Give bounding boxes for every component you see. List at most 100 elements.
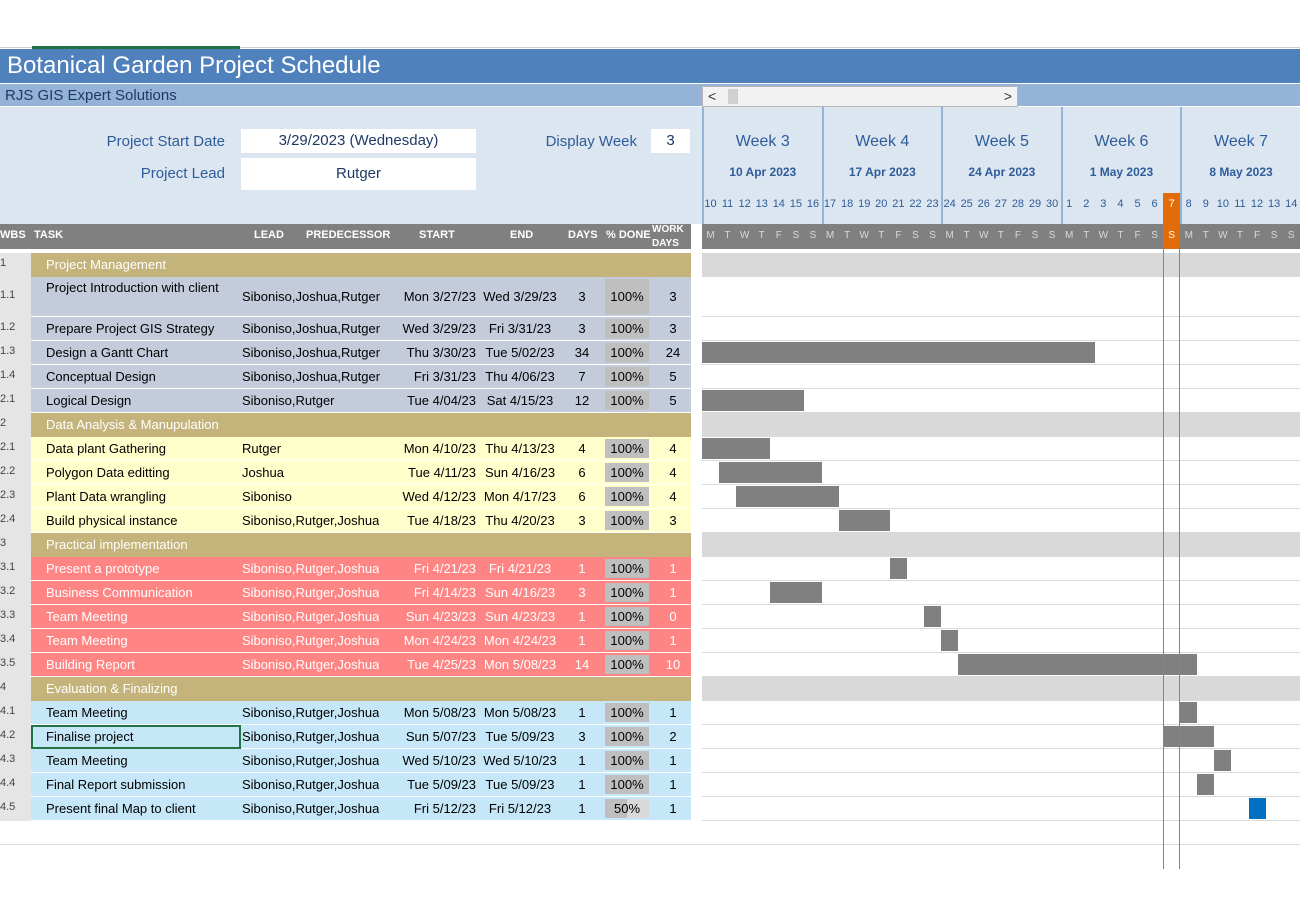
task-lead[interactable]: Siboniso,Rutger,Joshua bbox=[242, 609, 379, 624]
task-lead[interactable]: Siboniso,Rutger bbox=[242, 393, 335, 408]
task-end[interactable]: Fri 3/31/23 bbox=[480, 321, 560, 336]
task-done[interactable]: 100% bbox=[605, 345, 649, 360]
col-header-days[interactable]: DAYS bbox=[568, 229, 598, 241]
task-workdays[interactable]: 4 bbox=[650, 489, 696, 504]
task-name[interactable]: Building Report bbox=[46, 657, 236, 672]
gantt-bar[interactable] bbox=[838, 510, 890, 531]
task-start[interactable]: Wed 3/29/23 bbox=[390, 321, 476, 336]
task-lead[interactable]: Siboniso,Joshua,Rutger bbox=[242, 321, 380, 336]
task-days[interactable]: 6 bbox=[566, 489, 598, 504]
task-end[interactable]: Mon 5/08/23 bbox=[480, 657, 560, 672]
task-done[interactable]: 100% bbox=[605, 777, 649, 792]
task-workdays[interactable]: 3 bbox=[650, 513, 696, 528]
task-start[interactable]: Mon 3/27/23 bbox=[390, 289, 476, 304]
task-workdays[interactable]: 3 bbox=[650, 289, 696, 304]
task-workdays[interactable]: 1 bbox=[650, 753, 696, 768]
task-end[interactable]: Fri 4/21/23 bbox=[480, 561, 560, 576]
task-start[interactable]: Wed 5/10/23 bbox=[390, 753, 476, 768]
task-days[interactable]: 3 bbox=[566, 585, 598, 600]
task-days[interactable]: 1 bbox=[566, 561, 598, 576]
task-workdays[interactable]: 4 bbox=[650, 465, 696, 480]
task-done[interactable]: 100% bbox=[605, 585, 649, 600]
col-header-workdays[interactable]: WORK DAYS bbox=[652, 223, 692, 251]
task-done[interactable]: 100% bbox=[605, 609, 649, 624]
task-days[interactable]: 3 bbox=[566, 513, 598, 528]
task-name[interactable]: Present a prototype bbox=[46, 561, 236, 576]
task-name[interactable]: Conceptual Design bbox=[46, 369, 236, 384]
scroll-right-icon[interactable]: > bbox=[1004, 88, 1012, 104]
scroll-thumb[interactable] bbox=[728, 89, 738, 104]
task-lead[interactable]: Joshua bbox=[242, 465, 284, 480]
task-name[interactable]: Team Meeting bbox=[46, 633, 236, 648]
task-workdays[interactable]: 5 bbox=[650, 393, 696, 408]
task-days[interactable]: 34 bbox=[566, 345, 598, 360]
task-workdays[interactable]: 1 bbox=[650, 801, 696, 816]
task-start[interactable]: Wed 4/12/23 bbox=[390, 489, 476, 504]
task-days[interactable]: 6 bbox=[566, 465, 598, 480]
task-name[interactable]: Plant Data wrangling bbox=[46, 489, 236, 504]
task-done[interactable]: 50% bbox=[605, 801, 649, 816]
col-header-start[interactable]: START bbox=[419, 229, 455, 241]
task-end[interactable]: Tue 5/02/23 bbox=[480, 345, 560, 360]
task-lead[interactable]: Siboniso,Rutger,Joshua bbox=[242, 777, 379, 792]
gantt-bar[interactable] bbox=[924, 606, 942, 627]
task-workdays[interactable]: 1 bbox=[650, 561, 696, 576]
task-name[interactable]: Project Introduction with client bbox=[46, 279, 236, 297]
gantt-bar[interactable] bbox=[889, 558, 907, 579]
task-name[interactable]: Build physical instance bbox=[46, 513, 236, 528]
task-end[interactable]: Thu 4/06/23 bbox=[480, 369, 560, 384]
col-header-end[interactable]: END bbox=[510, 229, 533, 241]
task-end[interactable]: Wed 3/29/23 bbox=[480, 289, 560, 304]
task-done[interactable]: 100% bbox=[605, 369, 649, 384]
week-scrollbar[interactable]: < > bbox=[702, 86, 1018, 107]
task-lead[interactable]: Siboniso,Joshua,Rutger bbox=[242, 289, 380, 304]
task-days[interactable]: 3 bbox=[566, 729, 598, 744]
col-header-lead[interactable]: LEAD bbox=[254, 229, 284, 241]
task-start[interactable]: Mon 5/08/23 bbox=[390, 705, 476, 720]
task-end[interactable]: Thu 4/13/23 bbox=[480, 441, 560, 456]
selected-cell[interactable] bbox=[31, 725, 241, 749]
task-lead[interactable]: Siboniso,Rutger,Joshua bbox=[242, 657, 379, 672]
gantt-bar[interactable] bbox=[958, 654, 1198, 675]
task-start[interactable]: Sun 5/07/23 bbox=[390, 729, 476, 744]
task-done[interactable]: 100% bbox=[605, 633, 649, 648]
task-start[interactable]: Fri 4/14/23 bbox=[390, 585, 476, 600]
task-workdays[interactable]: 24 bbox=[650, 345, 696, 360]
gantt-bar[interactable] bbox=[702, 390, 805, 411]
task-end[interactable]: Tue 5/09/23 bbox=[480, 729, 560, 744]
task-lead[interactable]: Siboniso,Rutger,Joshua bbox=[242, 729, 379, 744]
gantt-bar[interactable] bbox=[1197, 774, 1215, 795]
gantt-bar[interactable] bbox=[702, 438, 771, 459]
start-date-field[interactable]: 3/29/2023 (Wednesday) bbox=[241, 129, 476, 153]
task-days[interactable]: 14 bbox=[566, 657, 598, 672]
scroll-left-icon[interactable]: < bbox=[708, 88, 716, 104]
task-end[interactable]: Fri 5/12/23 bbox=[480, 801, 560, 816]
task-done[interactable]: 100% bbox=[605, 729, 649, 744]
task-name[interactable]: Team Meeting bbox=[46, 609, 236, 624]
task-workdays[interactable]: 3 bbox=[650, 321, 696, 336]
task-workdays[interactable]: 5 bbox=[650, 369, 696, 384]
task-end[interactable]: Sun 4/16/23 bbox=[480, 465, 560, 480]
task-done[interactable]: 100% bbox=[605, 753, 649, 768]
task-lead[interactable]: Siboniso,Rutger,Joshua bbox=[242, 561, 379, 576]
task-workdays[interactable]: 1 bbox=[650, 705, 696, 720]
task-name[interactable]: Team Meeting bbox=[46, 705, 236, 720]
task-lead[interactable]: Siboniso,Rutger,Joshua bbox=[242, 753, 379, 768]
task-name[interactable]: Polygon Data editting bbox=[46, 465, 236, 480]
task-name[interactable]: Prepare Project GIS Strategy bbox=[46, 321, 236, 336]
gantt-bar[interactable] bbox=[1180, 702, 1198, 723]
task-name[interactable]: Data plant Gathering bbox=[46, 441, 236, 456]
task-done[interactable]: 100% bbox=[605, 489, 649, 504]
task-end[interactable]: Tue 5/09/23 bbox=[480, 777, 560, 792]
task-name[interactable]: Business Communication bbox=[46, 585, 236, 600]
task-name[interactable]: Design a Gantt Chart bbox=[46, 345, 236, 360]
task-days[interactable]: 1 bbox=[566, 705, 598, 720]
task-end[interactable]: Sun 4/16/23 bbox=[480, 585, 560, 600]
task-workdays[interactable]: 0 bbox=[650, 609, 696, 624]
task-end[interactable]: Sat 4/15/23 bbox=[480, 393, 560, 408]
task-end[interactable]: Mon 5/08/23 bbox=[480, 705, 560, 720]
task-lead[interactable]: Siboniso,Rutger,Joshua bbox=[242, 633, 379, 648]
task-done[interactable]: 100% bbox=[605, 289, 649, 304]
task-lead[interactable]: Siboniso,Rutger,Joshua bbox=[242, 801, 379, 816]
task-workdays[interactable]: 4 bbox=[650, 441, 696, 456]
